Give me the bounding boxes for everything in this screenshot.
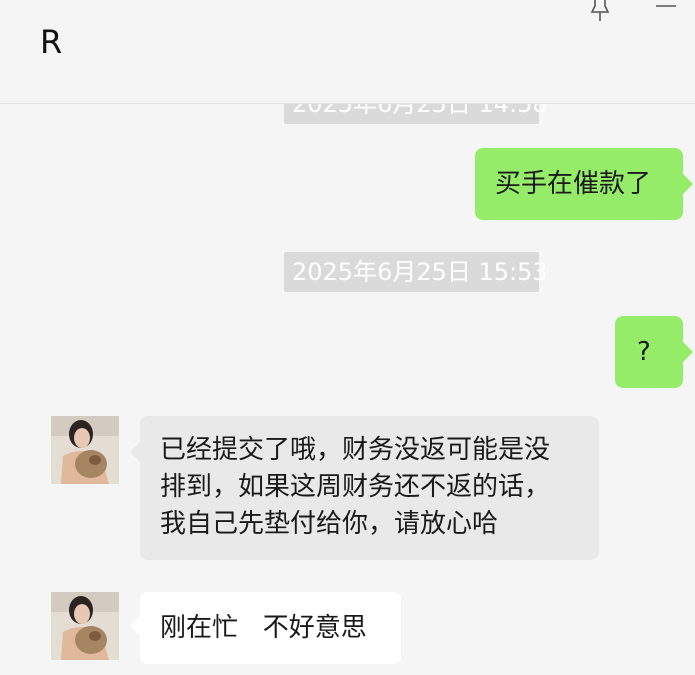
contact-avatar[interactable] — [51, 416, 119, 484]
sent-message-bubble[interactable]: 买手在催款了 — [475, 148, 693, 220]
pin-icon[interactable] — [588, 0, 612, 22]
received-message-bubble[interactable]: 刚在忙 不好意思 — [130, 592, 401, 664]
received-message-bubble[interactable]: 已经提交了哦，财务没返可能是没 排到，如果这周财务还不返的话， 我自己先垫付给你… — [130, 416, 599, 560]
chat-title: R — [40, 23, 63, 61]
message-line: 已经提交了哦，财务没返可能是没 — [160, 435, 551, 465]
minimize-icon[interactable] — [654, 0, 678, 12]
sent-message-bubble[interactable]: ? — [615, 316, 693, 388]
message-line: 我自己先垫付给你，请放心哈 — [160, 509, 499, 539]
message-line: 排到，如果这周财务还不返的话， — [160, 472, 551, 502]
chat-header: R — [0, 0, 695, 104]
contact-avatar[interactable] — [51, 592, 119, 660]
message-timestamp: 2025年6月25日 15:53 — [284, 252, 548, 292]
